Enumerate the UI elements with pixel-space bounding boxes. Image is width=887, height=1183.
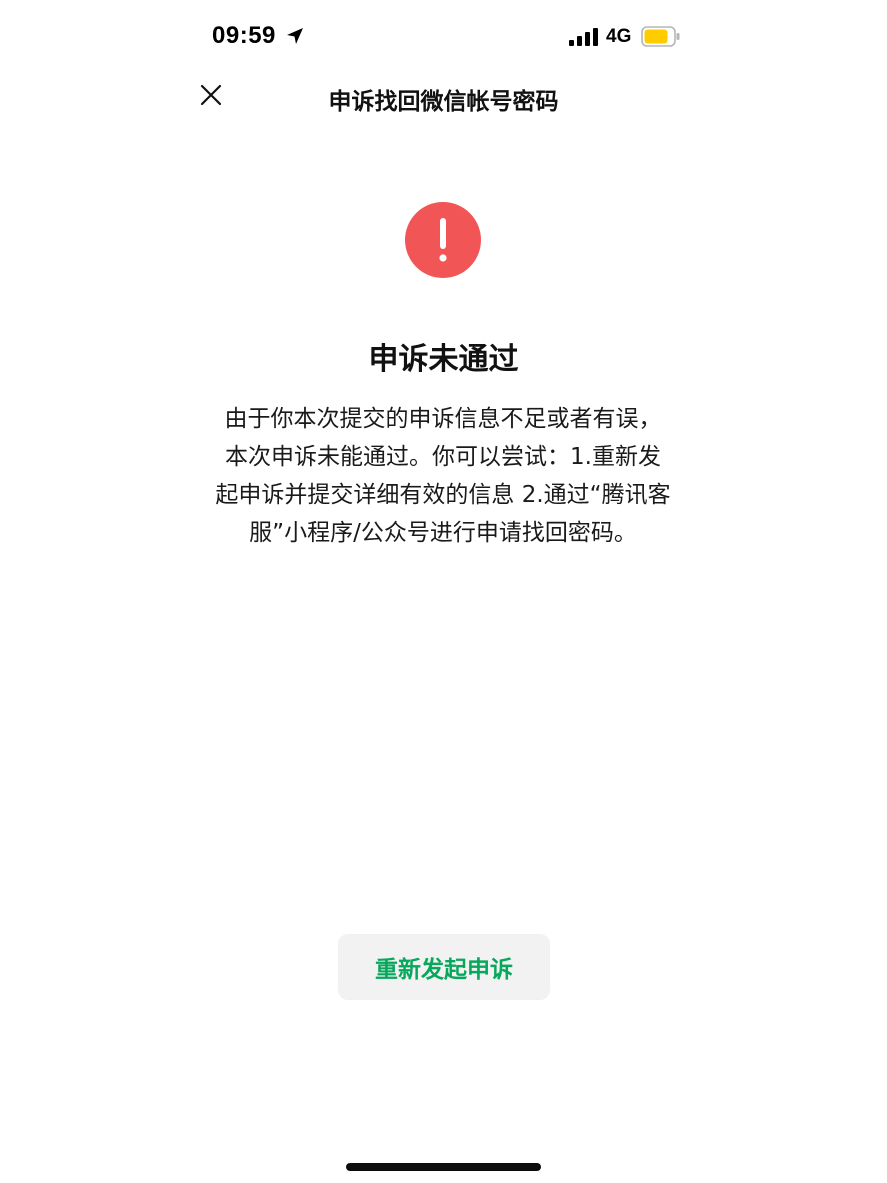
status-time: 09:59 (212, 22, 276, 49)
battery-icon (641, 26, 681, 47)
cellular-signal-icon (569, 28, 599, 46)
network-type-label: 4G (606, 26, 632, 47)
resubmit-appeal-button[interactable]: 重新发起申诉 (338, 934, 550, 1000)
status-bar: 09:59 4G (0, 0, 887, 72)
exclamation-icon (405, 202, 481, 278)
result-title: 申诉未通过 (368, 342, 519, 377)
result-description: 由于你本次提交的申诉信息不足或者有误，本次申诉未能通过。你可以尝试：1.重新发起… (215, 406, 671, 546)
home-indicator[interactable] (346, 1163, 541, 1171)
location-arrow-icon (285, 26, 305, 46)
nav-bar: 申诉找回微信帐号密码 (0, 72, 887, 122)
page-title: 申诉找回微信帐号密码 (328, 89, 559, 115)
